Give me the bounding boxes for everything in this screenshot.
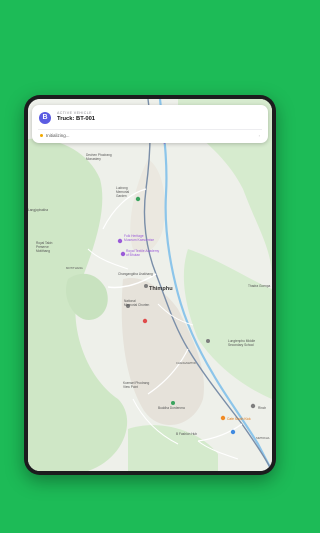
tablet-frame: Dechen Phodrang Monastery Ludrong Memori… (24, 95, 276, 475)
map-label-changang: Changangkha Lhakhang (118, 272, 153, 276)
vehicle-avatar: B (39, 112, 51, 124)
truck-name: Truck: BT-001 (57, 116, 96, 122)
map-view[interactable]: Dechen Phodrang Monastery Ludrong Memori… (28, 99, 272, 471)
map-label-ludrong: Garden (116, 194, 127, 198)
map-label-folk: Museum Kaesumtse (124, 238, 154, 242)
map-label-fashion: B Fashion Hub (176, 432, 197, 436)
map-screen: Dechen Phodrang Monastery Ludrong Memori… (28, 99, 272, 471)
map-label-motithang: MOTITHANG (66, 266, 83, 270)
chevron-right-icon[interactable]: › (259, 133, 260, 138)
map-label-rinchen: Rinch (258, 406, 266, 410)
map-label-changzamtok: CHANGZAMTOK (176, 361, 196, 365)
active-vehicle-card[interactable]: B ACTIVE VEHICLE Truck: BT-001 Initializ… (32, 105, 268, 143)
map-label-thimphu: Thimphu (149, 286, 173, 292)
map-label-dechen: Monastery (86, 157, 101, 161)
map-label-textile: of Bhutan (126, 253, 140, 257)
map-label-cafe: Cafe South Kick (227, 417, 251, 421)
map-label-simtokha: SIMTOKHA (256, 436, 270, 440)
status-dot-icon (40, 134, 43, 137)
map-label-buddha: Buddha Dordenma (158, 406, 185, 410)
map-label-national-memorial: Memorial Chorten (124, 303, 150, 307)
map-label-thadra: Thadra Goenpa (248, 284, 271, 288)
map-label-royal-takin: Motithang (36, 249, 50, 253)
map-label-langjo: Langjophakha (28, 208, 48, 212)
map-label-secondary: Secondary School (228, 343, 254, 347)
status-text: Initializing... (46, 132, 70, 138)
active-vehicle-label: ACTIVE VEHICLE (57, 111, 92, 115)
card-divider (38, 129, 262, 130)
map-label-kuensel: View Point (123, 385, 138, 389)
